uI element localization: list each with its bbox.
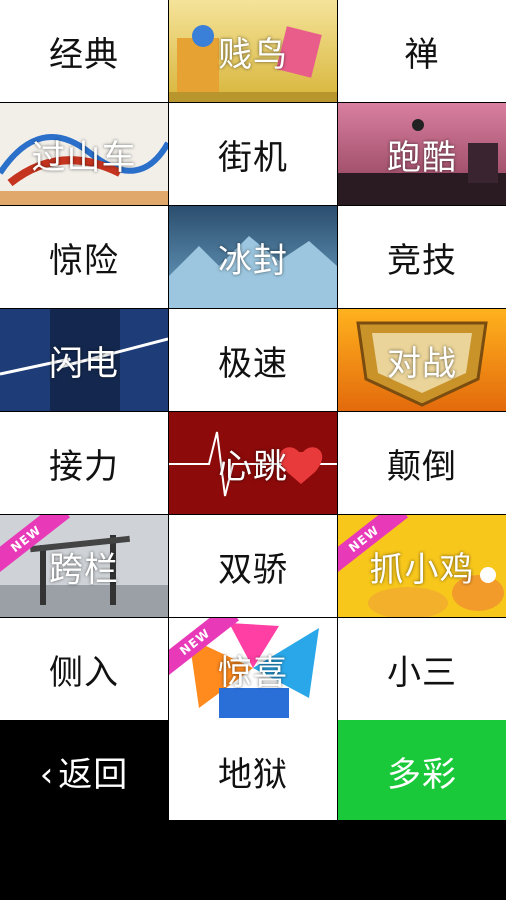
tile-label: 冰封 xyxy=(218,240,288,281)
tile-label: 竞技 xyxy=(387,240,457,281)
tile-label: 经典 xyxy=(49,34,119,75)
mode-tile-rollercoaster[interactable]: 过山车 xyxy=(0,103,168,205)
mode-tile-arcade[interactable]: 街机 xyxy=(169,103,337,205)
tile-label: 禅 xyxy=(404,34,440,75)
mode-tile-surprise[interactable]: NEW 惊喜 xyxy=(169,618,337,720)
mode-tile-heartbeat[interactable]: 心跳 xyxy=(169,412,337,514)
chevron-left-icon: ‹ xyxy=(39,754,55,795)
mode-tile-hell[interactable]: 地狱 xyxy=(169,720,337,822)
mode-tile-competition[interactable]: 竞技 xyxy=(338,206,506,308)
tile-label: 心跳 xyxy=(218,446,288,487)
back-label: ‹ 返回 xyxy=(39,754,129,795)
tile-label: 对战 xyxy=(387,343,457,384)
tile-label: 跨栏 xyxy=(49,549,119,590)
mode-tile-hurdles[interactable]: NEW 跨栏 xyxy=(0,515,168,617)
bottom-black-area xyxy=(0,820,506,900)
mode-tile-side-entry[interactable]: 侧入 xyxy=(0,618,168,720)
mode-tile-zen[interactable]: 禅 xyxy=(338,0,506,102)
tile-label: 侧入 xyxy=(49,652,119,693)
mode-tile-upside-down[interactable]: 颠倒 xyxy=(338,412,506,514)
tile-label: 接力 xyxy=(49,446,119,487)
mode-tile-catch-chicks[interactable]: NEW 抓小鸡 xyxy=(338,515,506,617)
tile-label: 惊险 xyxy=(49,240,119,281)
tile-label: 抓小鸡 xyxy=(369,549,475,590)
tile-label: 双骄 xyxy=(218,549,288,590)
mode-tile-colorful[interactable]: 多彩 xyxy=(338,720,506,822)
mode-tile-relay[interactable]: 接力 xyxy=(0,412,168,514)
tile-label: 小三 xyxy=(387,652,457,693)
tile-label: 跑酷 xyxy=(387,137,457,178)
tile-label: 街机 xyxy=(218,137,288,178)
tile-label: 极速 xyxy=(218,343,288,384)
tile-label: 多彩 xyxy=(387,754,457,795)
tile-label: 闪电 xyxy=(49,343,119,384)
tile-label: 地狱 xyxy=(218,754,288,795)
mode-tile-duo[interactable]: 双骄 xyxy=(169,515,337,617)
tile-label: 过山车 xyxy=(31,137,137,178)
mode-tile-versus[interactable]: 对战 xyxy=(338,309,506,411)
tile-label: 颠倒 xyxy=(387,446,457,487)
tile-label: 惊喜 xyxy=(218,652,288,693)
mode-tile-frozen[interactable]: 冰封 xyxy=(169,206,337,308)
mode-tile-parkour[interactable]: 跑酷 xyxy=(338,103,506,205)
tile-label: 贱鸟 xyxy=(218,34,288,75)
back-button[interactable]: ‹ 返回 xyxy=(0,720,168,822)
mode-tile-mistress[interactable]: 小三 xyxy=(338,618,506,720)
mode-tile-classic[interactable]: 经典 xyxy=(0,0,168,102)
mode-tile-speed[interactable]: 极速 xyxy=(169,309,337,411)
mode-tile-angry-bird[interactable]: 贱鸟 xyxy=(169,0,337,102)
mode-tile-thrill[interactable]: 惊险 xyxy=(0,206,168,308)
mode-tile-lightning[interactable]: 闪电 xyxy=(0,309,168,411)
